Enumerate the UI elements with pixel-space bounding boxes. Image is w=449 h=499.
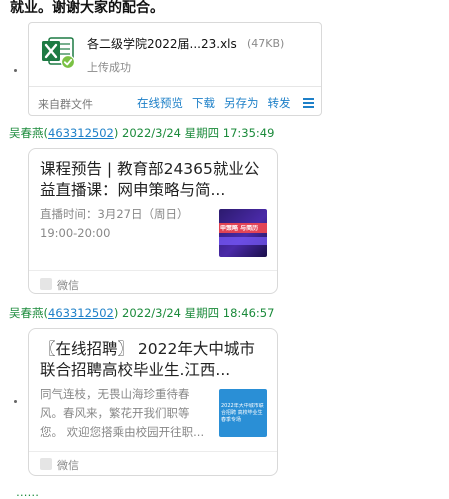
file-size: (47KB): [247, 37, 285, 50]
file-message-card[interactable]: 各二级学院2022届...23.xls (47KB) 上传成功 来自群文件 在线…: [28, 22, 322, 116]
list-bullet: [14, 69, 17, 72]
message-sender-line: 吴春燕(463312502) 2022/3/24 星期四 18:46:57: [9, 306, 275, 320]
preview-online-link[interactable]: 在线预览: [137, 96, 183, 110]
shared-link-card[interactable]: 课程预告 | 教育部24365就业公益直播课：网申策略与简... 直播时间：3月…: [28, 148, 278, 294]
file-name[interactable]: 各二级学院2022届...23.xls: [87, 35, 237, 52]
card-thumbnail: 2022年大中城市联合招聘 高校毕业生春季专场: [219, 389, 267, 437]
message-timestamp: 2022/3/24 星期四 18:46:57: [122, 306, 275, 320]
divider: [29, 451, 277, 452]
sender-qq-link[interactable]: 463312502: [48, 306, 114, 320]
forward-link[interactable]: 转发: [268, 96, 291, 110]
divider: [29, 86, 321, 87]
file-source: 来自群文件: [38, 98, 93, 111]
wechat-icon: [40, 458, 52, 470]
download-link[interactable]: 下载: [192, 96, 215, 110]
shared-link-card[interactable]: 〖在线招聘〗 2022年大中城市联合招聘高校毕业生.江西... 同气连枝，无畏山…: [28, 328, 278, 476]
card-description: 同气连枝，无畏山海珍重待春风。春风来，繁花开我们职等您。 欢迎您搭乘由校园开往职…: [40, 387, 205, 439]
card-description: 直播时间：3月27日（周日）19:00-20:00: [40, 207, 189, 240]
file-actions: 在线预览 下载 另存为 转发: [137, 95, 300, 111]
sender-qq-link[interactable]: 463312502: [48, 126, 114, 140]
excel-file-icon: [41, 35, 76, 70]
thumbnail-text: 申策略 与简历: [220, 225, 259, 232]
message-text: 就业。谢谢大家的配合。: [10, 0, 164, 16]
message-timestamp: 2022/3/24 星期四 17:35:49: [122, 126, 275, 140]
save-as-link[interactable]: 另存为: [224, 96, 259, 110]
list-bullet: [14, 400, 17, 403]
card-source: 微信: [57, 459, 79, 472]
sender-name[interactable]: 吴春燕: [9, 126, 44, 140]
sender-name[interactable]: 吴春燕: [9, 306, 44, 320]
next-message-partial: ……: [16, 485, 39, 499]
upload-status: 上传成功: [87, 61, 131, 74]
card-thumbnail: 申策略 与简历: [219, 209, 267, 257]
divider: [29, 270, 277, 271]
card-title: 〖在线招聘〗 2022年大中城市联合招聘高校毕业生.江西...: [40, 340, 255, 379]
wechat-icon: [40, 278, 52, 290]
card-title: 课程预告 | 教育部24365就业公益直播课：网申策略与简...: [40, 160, 260, 199]
card-source: 微信: [57, 279, 79, 292]
message-sender-line: 吴春燕(463312502) 2022/3/24 星期四 17:35:49: [9, 126, 275, 140]
more-menu-icon[interactable]: [303, 98, 314, 108]
thumbnail-text: 2022年大中城市联合招聘 高校毕业生春季专场: [221, 403, 264, 423]
